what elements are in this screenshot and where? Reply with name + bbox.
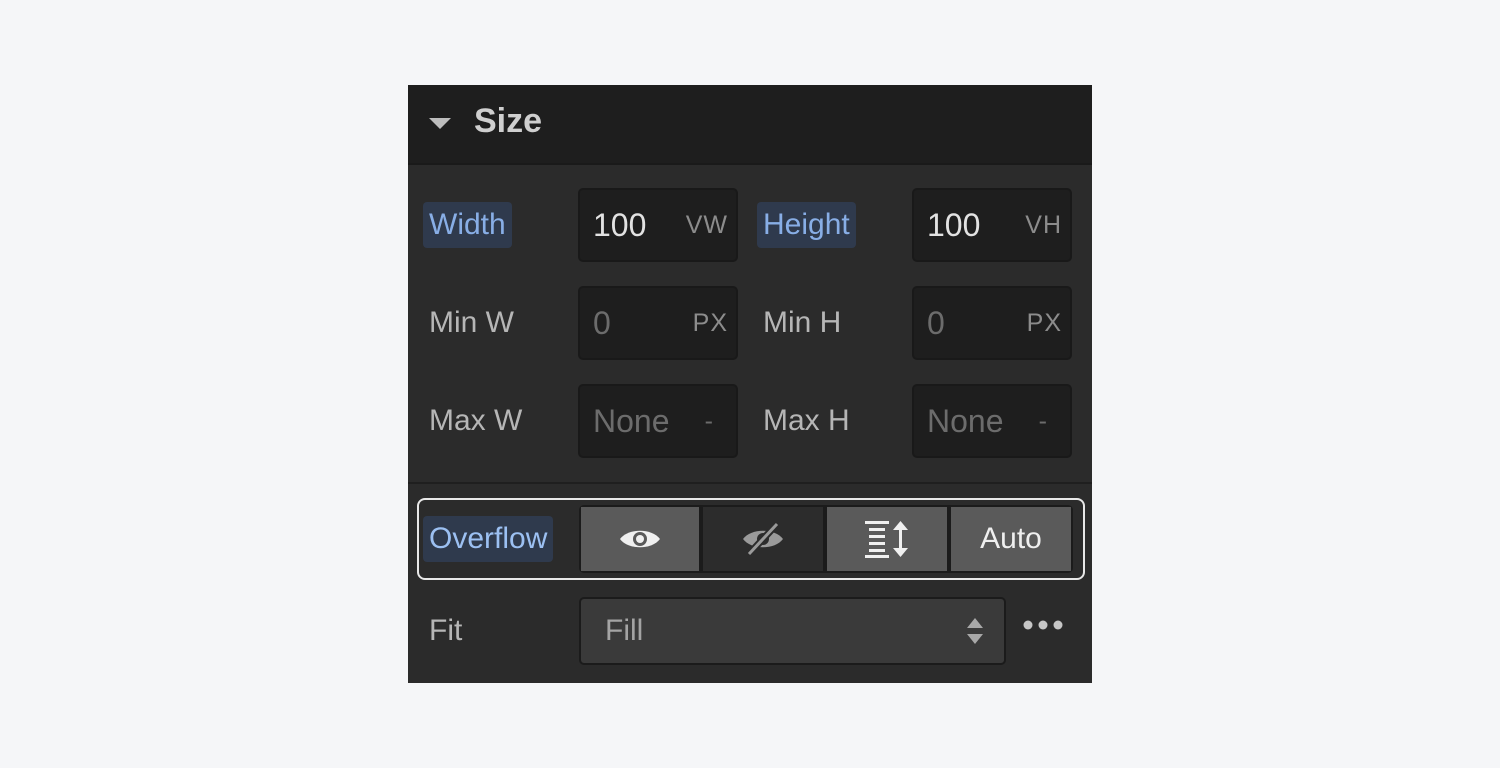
overflow-hidden-button[interactable]	[703, 507, 823, 571]
height-label[interactable]: Height	[757, 202, 856, 248]
overflow-auto-label: Auto	[980, 522, 1042, 555]
max-height-input[interactable]: None -	[912, 384, 1072, 458]
min-height-value: 0	[927, 305, 945, 341]
max-height-label[interactable]: Max H	[763, 398, 850, 444]
width-unit[interactable]: VW	[686, 190, 728, 260]
overflow-scroll-button[interactable]	[827, 507, 947, 571]
max-width-label[interactable]: Max W	[429, 398, 522, 444]
max-width-unit[interactable]: -	[705, 386, 714, 456]
min-height-unit[interactable]: PX	[1027, 288, 1062, 358]
min-width-input[interactable]: 0 PX	[578, 286, 738, 360]
fit-select[interactable]: Fill	[579, 597, 1006, 665]
width-input[interactable]: 100 VW	[578, 188, 738, 262]
fit-label[interactable]: Fit	[429, 608, 462, 654]
overflow-auto-button[interactable]: Auto	[951, 507, 1071, 571]
size-section-header[interactable]: Size	[408, 85, 1092, 165]
overflow-segmented-control: Auto	[579, 505, 1073, 573]
min-width-label[interactable]: Min W	[429, 300, 514, 346]
max-height-value: None	[927, 403, 1004, 439]
min-height-input[interactable]: 0 PX	[912, 286, 1072, 360]
height-value: 100	[927, 207, 981, 243]
max-width-input[interactable]: None -	[578, 384, 738, 458]
width-value: 100	[593, 207, 647, 243]
overflow-label[interactable]: Overflow	[423, 516, 554, 562]
min-width-unit[interactable]: PX	[693, 288, 728, 358]
height-unit[interactable]: VH	[1025, 190, 1062, 260]
eye-icon	[620, 530, 660, 548]
eye-slash-icon	[743, 521, 783, 557]
min-width-value: 0	[593, 305, 611, 341]
size-panel: Size Width 100 VW Height 100 VH Min W 0 …	[408, 85, 1092, 683]
select-arrows-icon	[967, 618, 983, 644]
max-width-value: None	[593, 403, 670, 439]
caret-down-icon[interactable]	[429, 118, 451, 129]
overflow-visible-button[interactable]	[581, 507, 699, 571]
fit-select-value: Fill	[605, 614, 644, 647]
width-label[interactable]: Width	[423, 202, 512, 248]
height-input[interactable]: 100 VH	[912, 188, 1072, 262]
scroll-icon	[865, 521, 908, 558]
more-options-icon[interactable]	[1023, 619, 1063, 631]
max-height-unit[interactable]: -	[1039, 386, 1048, 456]
section-divider	[408, 482, 1092, 484]
section-title: Size	[474, 102, 543, 140]
min-height-label[interactable]: Min H	[763, 300, 841, 346]
